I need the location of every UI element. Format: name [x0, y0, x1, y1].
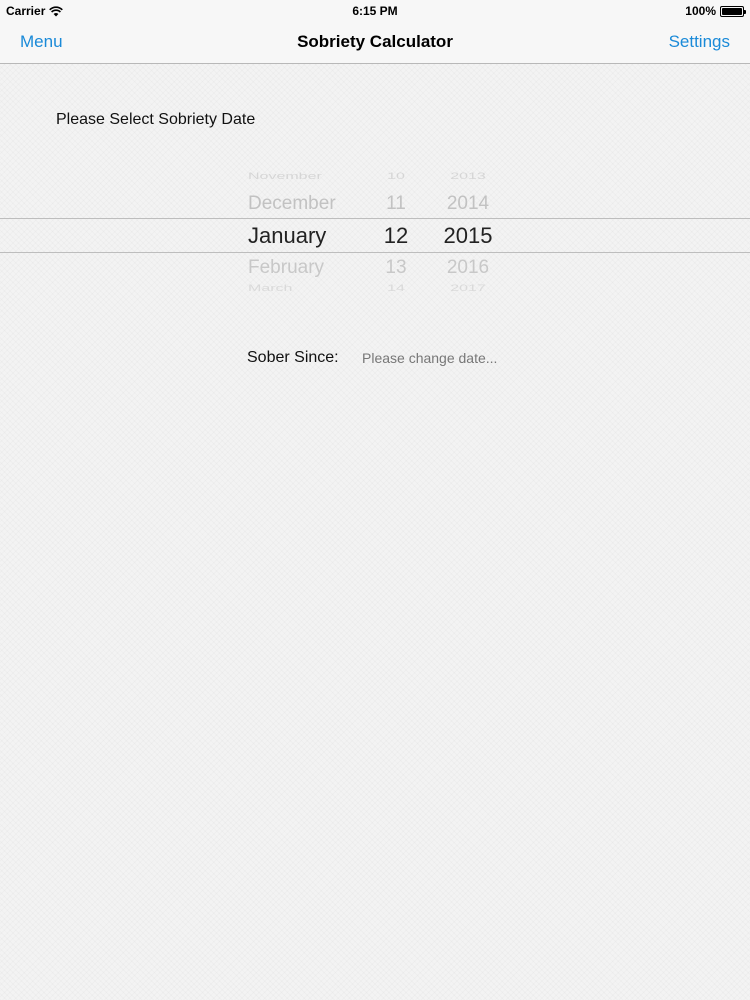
picker-year-selected[interactable]: 2015 [438, 223, 498, 249]
picker-month-option[interactable]: February [248, 257, 358, 279]
picker-day-option[interactable]: 13 [378, 257, 414, 279]
sober-since-field[interactable] [356, 346, 556, 370]
picker-day-option[interactable]: 14 [378, 283, 414, 294]
picker-year-option[interactable]: 2016 [438, 257, 498, 279]
picker-day-option[interactable]: 11 [378, 193, 414, 215]
status-time: 6:15 PM [352, 4, 398, 18]
picker-month-option[interactable]: March [248, 283, 358, 294]
picker-day-option[interactable]: 10 [378, 171, 414, 182]
sobriety-date-picker[interactable]: November December January February March… [0, 165, 750, 305]
battery-icon [720, 5, 746, 17]
picker-day-column[interactable]: 10 11 12 13 14 [378, 165, 414, 305]
picker-month-selected[interactable]: January [248, 223, 358, 249]
select-date-prompt: Please Select Sobriety Date [56, 111, 256, 128]
status-battery-group: 100% [685, 4, 746, 18]
page-title: Sobriety Calculator [297, 32, 453, 51]
navigation-bar: Menu Sobriety Calculator Settings [0, 22, 750, 64]
sober-since-label: Sober Since: [247, 349, 339, 366]
picker-month-column[interactable]: November December January February March [248, 165, 358, 305]
picker-year-option[interactable]: 2017 [438, 283, 498, 294]
picker-year-option[interactable]: 2014 [438, 193, 498, 215]
picker-year-column[interactable]: 2013 2014 2015 2016 2017 [438, 165, 498, 305]
settings-button[interactable]: Settings [669, 32, 730, 52]
battery-percentage: 100% [685, 4, 716, 18]
picker-day-selected[interactable]: 12 [378, 223, 414, 249]
picker-year-option[interactable]: 2013 [438, 171, 498, 182]
status-bar: Carrier 6:15 PM 100% [0, 0, 750, 22]
menu-button[interactable]: Menu [20, 32, 63, 52]
picker-month-option[interactable]: December [248, 193, 358, 215]
picker-month-option[interactable]: November [248, 171, 358, 182]
